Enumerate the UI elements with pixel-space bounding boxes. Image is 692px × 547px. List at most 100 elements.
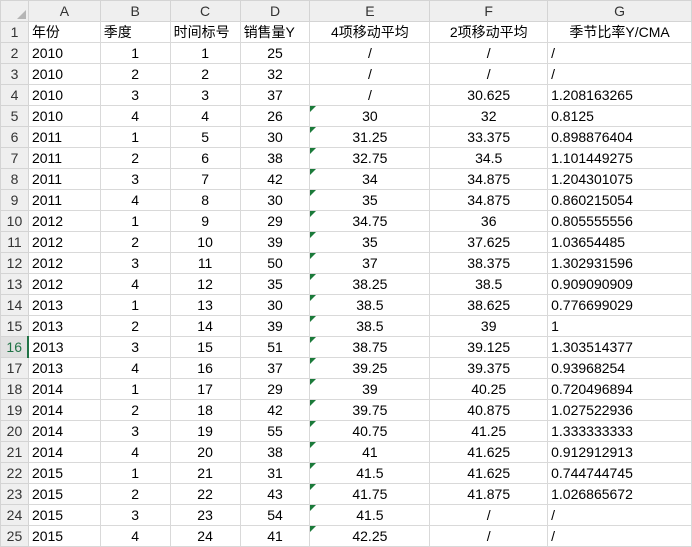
table-cell[interactable]: 4 [99, 525, 171, 547]
table-cell[interactable]: 39.375 [429, 357, 549, 379]
table-cell[interactable]: 2013 [27, 294, 101, 316]
table-cell[interactable]: 4 [99, 441, 171, 463]
table-cell[interactable]: 2 [99, 231, 171, 253]
table-cell[interactable]: 16 [169, 357, 241, 379]
table-cell[interactable]: 9 [169, 210, 241, 232]
table-cell[interactable]: / [547, 63, 692, 85]
table-cell[interactable]: 1 [99, 42, 171, 64]
table-cell[interactable]: 17 [169, 378, 241, 400]
column-header-b[interactable]: B [99, 0, 171, 22]
table-cell[interactable]: 15 [169, 336, 241, 358]
table-cell[interactable]: 40.75 [309, 420, 431, 442]
spreadsheet[interactable]: A B C D E F G 1 年份 季度 时间标号 销售量Y 4项移动平均 2项移动平均季… [0, 0, 692, 547]
table-cell[interactable]: 29 [239, 378, 311, 400]
column-header-g[interactable]: G [547, 0, 692, 22]
table-cell[interactable]: 2 [99, 483, 171, 505]
table-cell[interactable]: 30 [239, 189, 311, 211]
table-cell[interactable]: 0.898876404 [547, 126, 692, 148]
row-header[interactable]: 3 [0, 63, 29, 85]
table-cell[interactable]: 6 [169, 147, 241, 169]
table-cell[interactable]: 14 [169, 315, 241, 337]
header-cell[interactable]: 2项移动平均 [429, 21, 549, 43]
table-cell[interactable]: 34.75 [309, 210, 431, 232]
table-cell[interactable]: 50 [239, 252, 311, 274]
table-cell[interactable]: 0.805555556 [547, 210, 692, 232]
table-cell[interactable]: 7 [169, 168, 241, 190]
table-cell[interactable]: 1.026865672 [547, 483, 692, 505]
table-cell[interactable]: 1.03654485 [547, 231, 692, 253]
table-cell[interactable]: 29 [239, 210, 311, 232]
table-cell[interactable]: 0.909090909 [547, 273, 692, 295]
table-cell[interactable]: 2013 [27, 315, 101, 337]
table-cell[interactable]: 1 [99, 378, 171, 400]
table-cell[interactable]: 10 [169, 231, 241, 253]
table-cell[interactable]: 42 [239, 399, 311, 421]
table-cell[interactable]: 2011 [27, 147, 101, 169]
row-header[interactable]: 21 [0, 441, 29, 463]
table-cell[interactable]: 38.625 [429, 294, 549, 316]
table-cell[interactable]: 2011 [27, 126, 101, 148]
table-cell[interactable]: 38.5 [429, 273, 549, 295]
table-cell[interactable]: 1 [169, 42, 241, 64]
table-cell[interactable]: / [429, 42, 549, 64]
table-cell[interactable]: 54 [239, 504, 311, 526]
row-header[interactable]: 22 [0, 462, 29, 484]
table-cell[interactable]: 55 [239, 420, 311, 442]
table-cell[interactable]: 37.625 [429, 231, 549, 253]
worksheet-grid[interactable]: A B C D E F G 1 年份 季度 时间标号 销售量Y 4项移动平均 2项移动平均季… [0, 0, 692, 547]
table-cell[interactable]: 2 [99, 315, 171, 337]
table-cell[interactable]: 4 [99, 357, 171, 379]
table-cell[interactable]: 0.744744745 [547, 462, 692, 484]
table-cell[interactable]: 34.5 [429, 147, 549, 169]
table-cell[interactable]: 42 [239, 168, 311, 190]
table-cell[interactable]: 2 [99, 147, 171, 169]
table-cell[interactable]: 33.375 [429, 126, 549, 148]
row-header[interactable]: 25 [0, 525, 29, 547]
row-header[interactable]: 17 [0, 357, 29, 379]
table-cell[interactable]: 1 [99, 294, 171, 316]
table-cell[interactable]: 30 [239, 126, 311, 148]
column-header-f[interactable]: F [429, 0, 549, 22]
table-cell[interactable]: 21 [169, 462, 241, 484]
table-cell[interactable]: / [429, 525, 549, 547]
table-cell[interactable]: 13 [169, 294, 241, 316]
table-cell[interactable]: 2010 [27, 84, 101, 106]
table-cell[interactable]: 1 [99, 210, 171, 232]
row-header[interactable]: 18 [0, 378, 29, 400]
row-header[interactable]: 14 [0, 294, 29, 316]
table-cell[interactable]: 1 [547, 315, 692, 337]
table-cell[interactable]: 24 [169, 525, 241, 547]
table-cell[interactable]: 4 [99, 105, 171, 127]
header-cell[interactable]: 年份 [27, 21, 101, 43]
table-cell[interactable]: 31 [239, 462, 311, 484]
row-header[interactable]: 13 [0, 273, 29, 295]
table-cell[interactable]: 2012 [27, 273, 101, 295]
table-cell[interactable]: / [429, 504, 549, 526]
table-cell[interactable]: 22 [169, 483, 241, 505]
table-cell[interactable]: 38.5 [309, 315, 431, 337]
table-cell[interactable]: 36 [429, 210, 549, 232]
table-cell[interactable]: 1.101449275 [547, 147, 692, 169]
table-cell[interactable]: 2011 [27, 189, 101, 211]
table-cell[interactable]: 38.75 [309, 336, 431, 358]
row-header[interactable]: 23 [0, 483, 29, 505]
table-cell[interactable]: 1.302931596 [547, 252, 692, 274]
table-cell[interactable]: 1.204301075 [547, 168, 692, 190]
table-cell[interactable]: 35 [239, 273, 311, 295]
table-cell[interactable]: 32 [429, 105, 549, 127]
table-cell[interactable]: 20 [169, 441, 241, 463]
table-cell[interactable]: / [547, 42, 692, 64]
table-cell[interactable]: 0.912912913 [547, 441, 692, 463]
table-cell[interactable]: 1.208163265 [547, 84, 692, 106]
row-header[interactable]: 1 [0, 21, 29, 43]
header-cell[interactable]: 时间标号 [169, 21, 241, 43]
table-cell[interactable]: 2013 [27, 336, 101, 358]
table-cell[interactable]: 4 [169, 105, 241, 127]
row-header[interactable]: 16 [0, 336, 30, 358]
row-header[interactable]: 10 [0, 210, 29, 232]
table-cell[interactable]: 2010 [27, 105, 101, 127]
table-cell[interactable]: 38.5 [309, 294, 431, 316]
table-cell[interactable]: 25 [239, 42, 311, 64]
table-cell[interactable]: 30.625 [429, 84, 549, 106]
table-cell[interactable]: 34.875 [429, 168, 549, 190]
